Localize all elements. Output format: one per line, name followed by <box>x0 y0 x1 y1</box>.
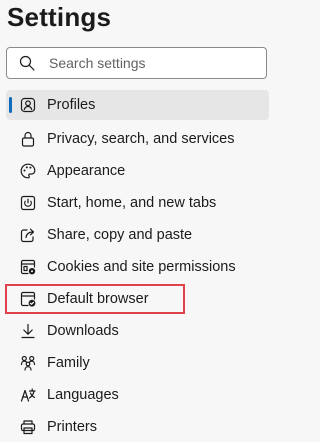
sidebar-item-label: Downloads <box>47 323 119 339</box>
sidebar-item-label: Languages <box>47 387 119 403</box>
sidebar-item-cookies[interactable]: Cookies and site permissions <box>6 252 269 282</box>
sidebar-item-profiles[interactable]: Profiles <box>6 90 269 120</box>
download-icon <box>19 322 37 340</box>
sidebar-item-label: Share, copy and paste <box>47 227 193 243</box>
power-icon <box>19 194 37 212</box>
sidebar-item-downloads[interactable]: Downloads <box>6 316 269 346</box>
family-icon <box>19 354 37 372</box>
printer-icon <box>19 418 37 436</box>
lock-icon <box>19 130 37 148</box>
palette-icon <box>19 162 37 180</box>
highlight-box <box>5 284 185 314</box>
profile-icon <box>19 96 37 114</box>
sidebar-item-label: Start, home, and new tabs <box>47 195 217 211</box>
sidebar-item-printers[interactable]: Printers <box>6 412 269 442</box>
sidebar-item-start-home[interactable]: Start, home, and new tabs <box>6 188 269 218</box>
sidebar-item-share[interactable]: Share, copy and paste <box>6 220 269 250</box>
search-input[interactable] <box>49 55 249 71</box>
sidebar-item-label: Privacy, search, and services <box>47 131 235 147</box>
search-icon <box>19 55 35 71</box>
site-permissions-icon <box>19 258 37 276</box>
page-title: Settings <box>7 2 112 32</box>
share-icon <box>19 226 37 244</box>
selection-indicator <box>9 97 12 113</box>
sidebar-item-languages[interactable]: Languages <box>6 380 269 410</box>
sidebar-item-label: Printers <box>47 419 97 435</box>
sidebar-item-appearance[interactable]: Appearance <box>6 156 269 186</box>
sidebar-item-label: Appearance <box>47 163 126 179</box>
search-box[interactable] <box>6 47 267 79</box>
sidebar-item-family[interactable]: Family <box>6 348 269 378</box>
sidebar-item-label: Family <box>47 355 90 371</box>
languages-icon <box>19 386 37 404</box>
sidebar-item-privacy[interactable]: Privacy, search, and services <box>6 124 269 154</box>
sidebar-item-label: Profiles <box>47 97 96 113</box>
sidebar-item-label: Cookies and site permissions <box>47 259 236 275</box>
